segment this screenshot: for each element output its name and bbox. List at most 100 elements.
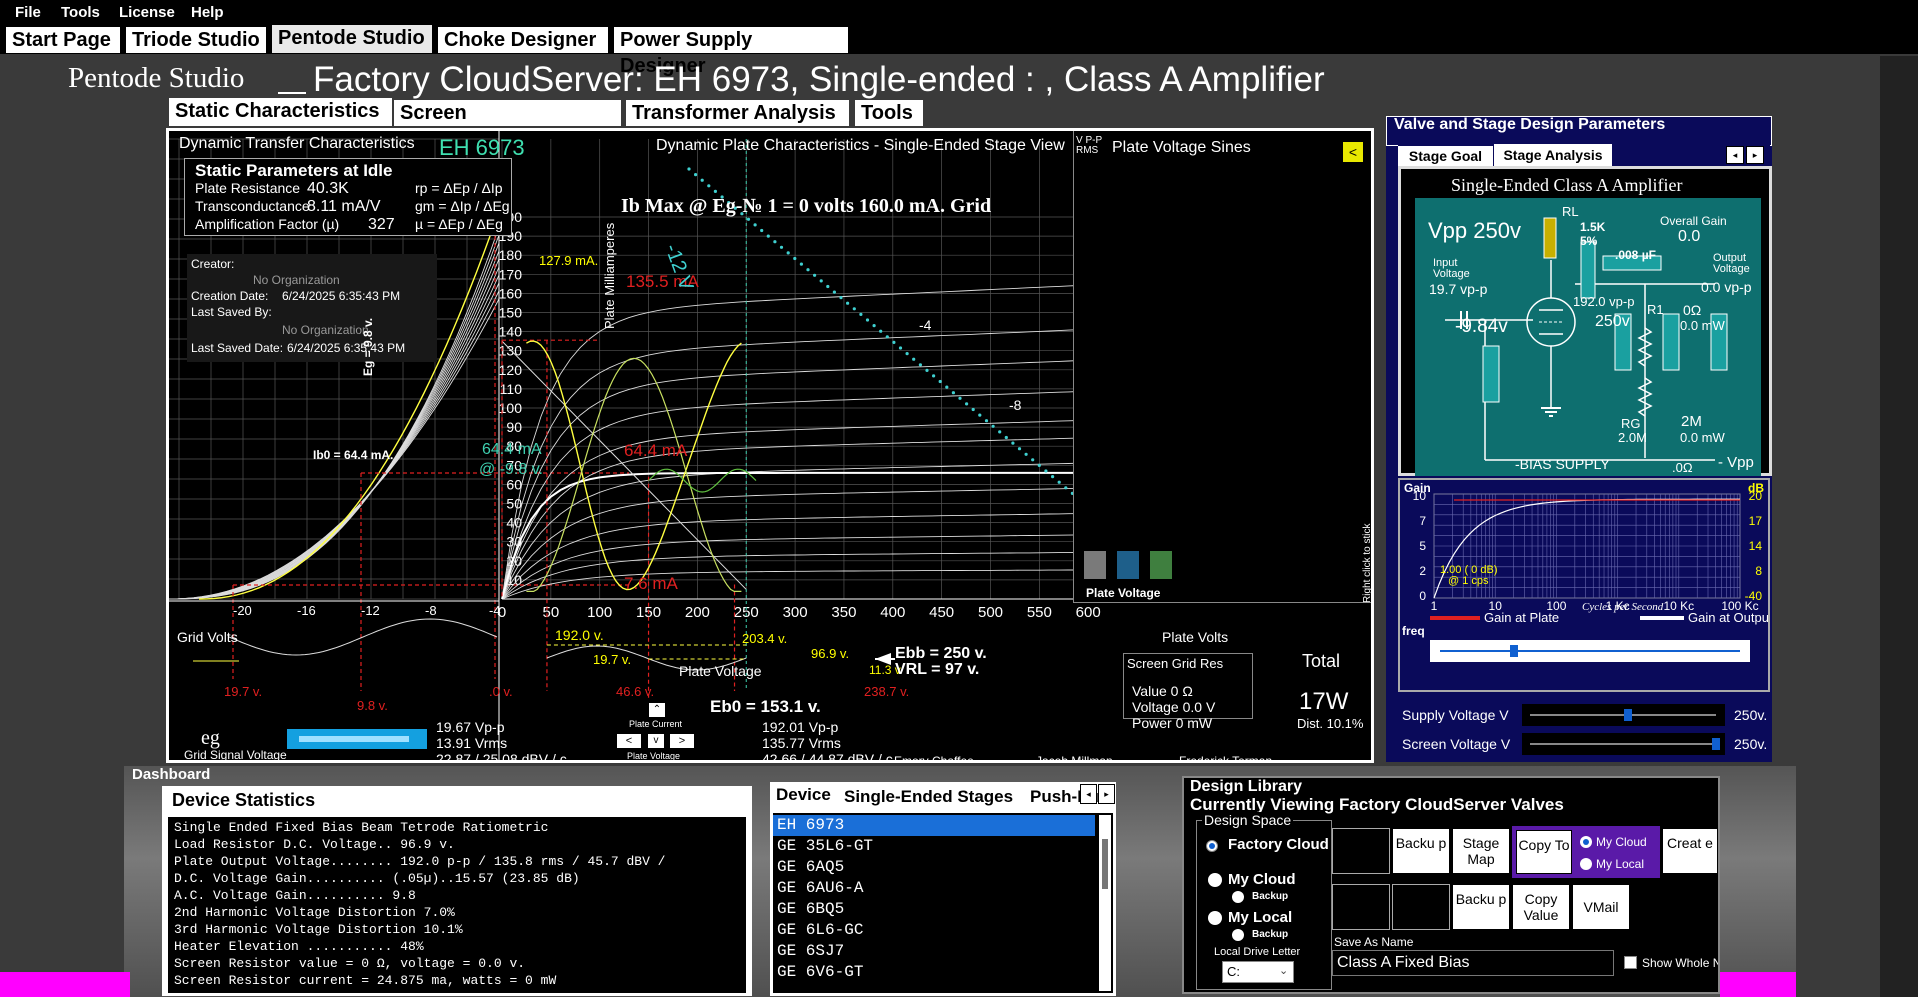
tab-scroll-left[interactable]: ◂ bbox=[1726, 146, 1744, 164]
backup-button[interactable]: Backu p bbox=[1392, 828, 1450, 874]
screen-voltage-slider[interactable] bbox=[1522, 733, 1725, 755]
grid-signal-slider[interactable] bbox=[287, 729, 427, 749]
copy-to-button[interactable]: Copy To bbox=[1516, 830, 1572, 874]
radio-backup-local[interactable] bbox=[1232, 929, 1244, 941]
radio-factory-cloud[interactable] bbox=[1206, 840, 1218, 852]
radio-my-cloud-label: My Cloud bbox=[1228, 871, 1296, 888]
menu-file[interactable]: File bbox=[15, 4, 41, 21]
list-item[interactable]: GE 35L6-GT bbox=[777, 837, 873, 855]
swatch[interactable] bbox=[1117, 551, 1139, 579]
tab-stage-goal[interactable]: Stage Goal bbox=[1398, 146, 1493, 166]
tab-static-characteristics[interactable]: Static Characteristics bbox=[169, 98, 392, 126]
save-as-input[interactable]: Class A Fixed Bias bbox=[1332, 950, 1614, 976]
creation-date-label: Creation Date: bbox=[191, 289, 269, 303]
drive-select[interactable]: C: ⌄ bbox=[1222, 961, 1294, 983]
nav-right-button[interactable]: > bbox=[669, 733, 695, 749]
list-item[interactable]: GE 6SJ7 bbox=[777, 942, 844, 960]
menu-help[interactable]: Help bbox=[191, 4, 224, 21]
list-item[interactable]: GE 6AQ5 bbox=[777, 858, 844, 876]
credit-name: Emory Chaffee bbox=[894, 754, 974, 763]
swatch[interactable] bbox=[1084, 551, 1106, 579]
tab-scroll-right[interactable]: ▸ bbox=[1098, 784, 1115, 804]
freq-tick: 1 bbox=[1431, 599, 1438, 613]
tab-stage-analysis[interactable]: Stage Analysis bbox=[1494, 144, 1612, 166]
list-item[interactable]: GE 6BQ5 bbox=[777, 900, 844, 918]
slider-thumb[interactable] bbox=[1712, 738, 1720, 750]
slider-thumb[interactable] bbox=[1510, 645, 1518, 657]
stage-map-button[interactable]: Stage Map bbox=[1452, 828, 1510, 874]
load-line-dot bbox=[1031, 458, 1035, 462]
saved-date-value: 6/24/2025 6:35:43 PM bbox=[287, 341, 406, 355]
scrollbar-thumb[interactable] bbox=[1102, 839, 1108, 889]
radio-backup-cloud[interactable] bbox=[1232, 891, 1244, 903]
screen-voltage-label: Screen Voltage V bbox=[1402, 736, 1511, 752]
stat-line: Heater Elevation ........... 48% bbox=[174, 939, 424, 954]
screen-voltage: Voltage 0.0 V bbox=[1132, 699, 1216, 715]
collapse-sines-button[interactable]: < bbox=[1342, 141, 1364, 163]
device-list-panel: Device Single-Ended Stages Push-Pull ◂ ▸… bbox=[770, 782, 1116, 996]
tab-transformer-analysis[interactable]: Transformer Analysis bbox=[626, 100, 849, 126]
load-line-dot bbox=[978, 413, 982, 417]
tab-power-supply-designer[interactable]: Power Supply Designer bbox=[614, 27, 848, 77]
plate-v7: 238.7 v. bbox=[864, 684, 910, 699]
y-tick: 50 bbox=[506, 496, 522, 512]
stat-line: Single Ended Fixed Bias Beam Tetrode Rat… bbox=[174, 820, 549, 835]
metadata-box: Creator: No Organization Creation Date: … bbox=[187, 254, 437, 362]
tab-tools[interactable]: Tools bbox=[855, 100, 923, 126]
tab-screen-characteristics[interactable]: Screen Characteristics bbox=[394, 100, 621, 150]
frequency-response-box: 10 7 5 2 0 20 17 14 8 -40 1 10 100 1 Kc 10 Kc 100 Kc Ga… bbox=[1398, 478, 1770, 692]
amplification-factor-label: Amplification Factor (µ) bbox=[195, 216, 340, 232]
blank-button[interactable] bbox=[1332, 884, 1390, 930]
list-item[interactable]: EH 6973 bbox=[777, 816, 844, 834]
tab-choke-designer[interactable]: Choke Designer bbox=[438, 27, 608, 53]
frequency-slider[interactable] bbox=[1430, 640, 1750, 662]
y-tick: 150 bbox=[499, 305, 523, 321]
tab-device[interactable]: Device bbox=[776, 785, 831, 805]
create-button[interactable]: Creat e bbox=[1662, 828, 1718, 874]
plate-resistance-formula: rp = ΔEp / ΔIp bbox=[415, 180, 503, 196]
radio-copy-my-cloud[interactable] bbox=[1580, 836, 1592, 848]
copy-value-button[interactable]: Copy Value bbox=[1512, 884, 1570, 930]
rl-tolerance: 5% bbox=[1580, 234, 1598, 248]
static-parameters-title: Static Parameters at Idle bbox=[195, 161, 393, 180]
vmail-button[interactable]: VMail bbox=[1572, 884, 1630, 930]
radio-copy-my-local[interactable] bbox=[1580, 858, 1592, 870]
tab-triode-studio[interactable]: Triode Studio bbox=[126, 27, 266, 53]
saved-by-value: No Organization bbox=[282, 323, 369, 337]
radio-my-local[interactable] bbox=[1208, 911, 1222, 925]
slider-thumb[interactable] bbox=[1624, 709, 1632, 721]
tab-pentode-studio[interactable]: Pentode Studio bbox=[272, 25, 432, 53]
nav-down-button[interactable]: v bbox=[647, 733, 665, 749]
plate-vpp-value: 192.0 vp-p bbox=[1573, 294, 1635, 309]
right-edge-bar bbox=[1880, 56, 1918, 997]
tab-start-page[interactable]: Start Page bbox=[6, 27, 120, 53]
radio-my-cloud[interactable] bbox=[1208, 873, 1222, 887]
blank-button[interactable] bbox=[1392, 884, 1450, 930]
x-tick: 500 bbox=[978, 604, 1003, 621]
menu-license[interactable]: License bbox=[119, 4, 175, 21]
grid-volts-label: Grid Volts bbox=[177, 629, 238, 645]
backup-button-2[interactable]: Backu p bbox=[1452, 884, 1510, 930]
x-tick: -8 bbox=[425, 603, 437, 618]
load-line-dot bbox=[865, 318, 870, 322]
tab-single-ended-stages[interactable]: Single-Ended Stages bbox=[844, 787, 1013, 807]
nav-up-button[interactable]: ⌃ bbox=[648, 702, 666, 718]
menu-tools[interactable]: Tools bbox=[61, 4, 100, 21]
scrollbar[interactable] bbox=[1099, 815, 1111, 991]
ib-yellow-label: 127.9 mA. bbox=[539, 253, 599, 268]
blank-button[interactable] bbox=[1332, 828, 1390, 874]
supply-voltage-slider[interactable] bbox=[1522, 704, 1725, 726]
transconductance-value: 8.11 mA/V bbox=[307, 198, 381, 215]
tab-scroll-left[interactable]: ◂ bbox=[1080, 784, 1097, 804]
nav-left-button[interactable]: < bbox=[616, 733, 642, 749]
list-item[interactable]: GE 6AU6-A bbox=[777, 879, 863, 897]
dashboard-title: Dashboard bbox=[132, 766, 211, 783]
plate-voltage-label: Plate Voltage bbox=[679, 663, 762, 679]
list-item[interactable]: GE 6L6-GC bbox=[777, 921, 863, 939]
tab-scroll-right[interactable]: ▸ bbox=[1746, 146, 1764, 164]
list-item[interactable]: GE 6V6-GT bbox=[777, 963, 863, 981]
y-tick: 90 bbox=[506, 419, 522, 435]
swatch[interactable] bbox=[1150, 551, 1172, 579]
db-axis-label: dB bbox=[1748, 481, 1764, 495]
show-whole-name-checkbox[interactable] bbox=[1624, 956, 1637, 969]
